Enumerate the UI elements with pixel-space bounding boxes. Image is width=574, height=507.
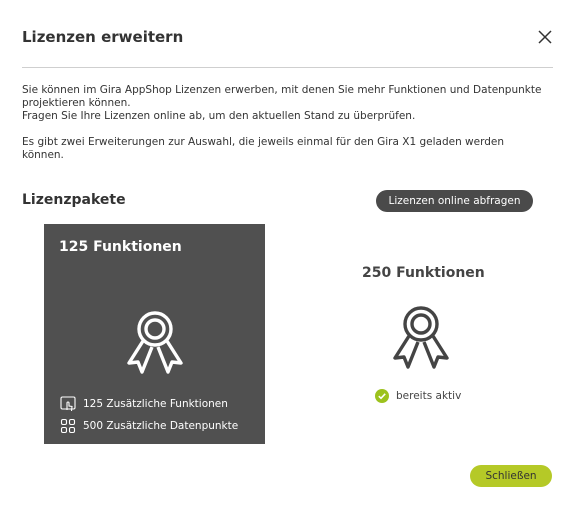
section-title: Lizenzpakete	[22, 192, 126, 208]
intro-text: Sie können im Gira AppShop Lizenzen erwe…	[22, 84, 542, 162]
feature-datapoints: 500 Zusätzliche Datenpunkte	[60, 418, 238, 434]
check-circle-icon	[375, 389, 389, 403]
package-card-250[interactable]: 250 Funktionen bereits aktiv	[345, 224, 495, 424]
datapoints-icon	[60, 418, 76, 434]
package-title: 125 Funktionen	[59, 239, 182, 255]
intro-line-3: Es gibt zwei Erweiterungen zur Auswahl, …	[22, 136, 505, 161]
header-divider	[22, 67, 553, 68]
touch-hand-icon	[60, 396, 76, 412]
intro-line-1: Sie können im Gira AppShop Lizenzen erwe…	[22, 84, 542, 109]
query-licenses-online-button[interactable]: Lizenzen online abfragen	[376, 190, 533, 212]
intro-line-2: Fragen Sie Ihre Lizenzen online ab, um d…	[22, 110, 416, 122]
feature-label: 125 Zusätzliche Funktionen	[83, 398, 228, 410]
package-title: 250 Funktionen	[362, 265, 485, 281]
feature-functions: 125 Zusätzliche Funktionen	[60, 396, 228, 412]
close-icon[interactable]	[534, 26, 556, 48]
award-icon	[121, 307, 189, 379]
dialog-title: Lizenzen erweitern	[22, 28, 184, 46]
active-status: bereits aktiv	[375, 389, 461, 403]
close-button[interactable]: Schließen	[470, 465, 552, 487]
status-label: bereits aktiv	[396, 390, 462, 402]
package-card-125[interactable]: 125 Funktionen 125 Zusätzliche Funktione…	[44, 224, 265, 444]
award-icon	[387, 302, 455, 374]
feature-label: 500 Zusätzliche Datenpunkte	[83, 420, 239, 432]
